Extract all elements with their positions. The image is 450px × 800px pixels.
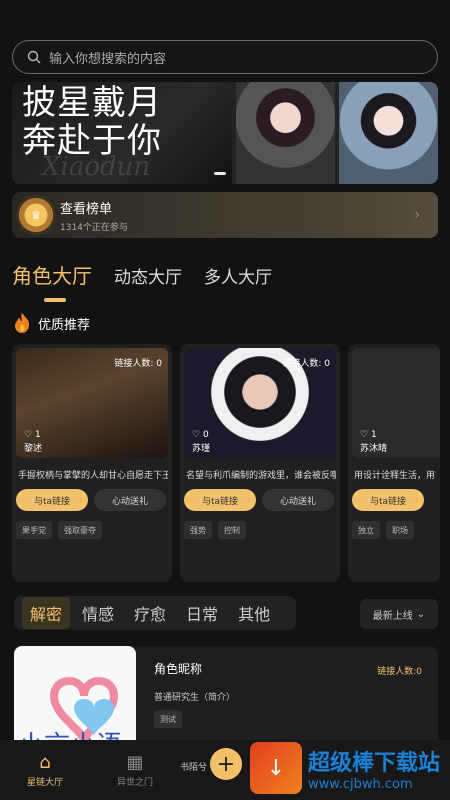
banner-slide-text: 披星戴月 奔赴于你 Xiaodun xyxy=(12,82,232,184)
nav-world-label: 异世之门 xyxy=(116,778,153,788)
like-count-value: 1 xyxy=(34,430,41,440)
banner-photo xyxy=(236,82,335,184)
sort-dropdown[interactable]: 最新上线 ⌄ xyxy=(360,599,438,629)
section-header: 优质推荐 xyxy=(12,312,90,334)
nav-home[interactable]: ⌂ 星链大厅 xyxy=(0,752,90,788)
character-name: 黎述 xyxy=(24,444,43,454)
gift-button[interactable]: 心动送礼 xyxy=(94,489,166,511)
filter-daily[interactable]: 日常 xyxy=(178,597,226,629)
filter-healing[interactable]: 疗愈 xyxy=(126,597,174,629)
nav-side-text: 书陌兮 xyxy=(180,763,208,773)
like-count: ♡ 1 xyxy=(24,430,41,440)
watermark-url: www.cjbwh.com xyxy=(308,776,413,792)
carousel-indicator xyxy=(214,172,226,175)
gate-icon: ▦ xyxy=(126,752,144,773)
character-name: 角色昵称 xyxy=(154,662,203,676)
ranking-title: 查看榜单 xyxy=(60,201,113,217)
character-desc: 手握权柄与掌擘的人却甘心自愿走下王 xyxy=(18,471,168,481)
banner-title-line1: 披星戴月 xyxy=(22,83,162,123)
recommend-cards: 链接人数: 0 ♡ 1 黎述 手握权柄与掌擘的人却甘心自愿走下王 与ta链接 心… xyxy=(12,344,440,582)
character-desc: 用设计诠释生活，用实 xyxy=(354,471,436,481)
section-title: 优质推荐 xyxy=(38,317,91,333)
site-watermark: ↓ 超级棒下载站 www.cjbwh.com xyxy=(250,736,450,800)
tab-role-hall[interactable]: 角色大厅 xyxy=(12,260,92,289)
home-icon: ⌂ xyxy=(39,752,51,773)
filter-other[interactable]: 其他 xyxy=(230,597,278,629)
like-count-value: 1 xyxy=(370,430,377,440)
link-count: 链接人数: 0 xyxy=(114,359,162,369)
link-count: 链接人数: 0 xyxy=(282,359,330,369)
nav-home-label: 星链大厅 xyxy=(26,778,63,788)
category-filter: 解密 情感 疗愈 日常 其他 xyxy=(14,596,296,630)
fire-icon xyxy=(15,313,30,333)
heart-icon: ♡ xyxy=(24,430,35,440)
hall-tabs: 角色大厅 动态大厅 多人大厅 xyxy=(12,260,272,289)
banner-carousel[interactable]: 披星戴月 奔赴于你 Xiaodun xyxy=(12,82,438,184)
like-count-value: 0 xyxy=(202,430,209,440)
character-photo: 链接人数: 0 ♡ 0 苏瑾 xyxy=(184,348,336,458)
watermark-logo-icon: ↓ xyxy=(250,742,302,794)
status-bar xyxy=(0,0,450,30)
character-tag: 果手党 xyxy=(16,521,52,539)
nav-world-gate[interactable]: ▦ 异世之门 xyxy=(90,752,180,788)
tab-dynamic-hall[interactable]: 动态大厅 xyxy=(114,263,182,288)
watermark-title: 超级棒下载站 xyxy=(308,750,441,776)
like-count: ♡ 0 xyxy=(192,430,209,440)
like-count: ♡ 1 xyxy=(360,430,377,440)
filter-emotion[interactable]: 情感 xyxy=(74,597,122,629)
character-card[interactable]: 链接人数: 0 ♡ 0 苏瑾 名望与利爪编制的游戏里，谁会被反噬 与ta链接 心… xyxy=(180,344,340,582)
crown-badge-icon: ♛ xyxy=(16,195,56,235)
link-count: 链接人数:0 xyxy=(377,667,422,677)
search-icon xyxy=(27,50,41,64)
plus-icon: + xyxy=(216,751,236,777)
character-tag: 测试 xyxy=(154,710,182,728)
link-button[interactable]: 与ta链接 xyxy=(16,489,88,511)
ranking-entry[interactable]: ♛ 查看榜单 1314个正在参与 › xyxy=(12,192,438,238)
search-input[interactable]: 输入你想搜索的内容 xyxy=(12,40,438,74)
character-card[interactable]: 链接人数: 0 ♡ 1 黎述 手握权柄与掌擘的人却甘心自愿走下王 与ta链接 心… xyxy=(12,344,172,582)
tab-multi-hall[interactable]: 多人大厅 xyxy=(204,263,272,288)
sort-label: 最新上线 xyxy=(372,610,413,622)
character-name: 苏沐晴 xyxy=(360,444,388,454)
gift-button[interactable]: 心动送礼 xyxy=(262,489,334,511)
character-tag: 强取豪夺 xyxy=(58,521,102,539)
banner-deco-text: Xiaodun xyxy=(42,152,151,182)
character-tag: 独立 xyxy=(352,521,380,539)
search-placeholder: 输入你想搜索的内容 xyxy=(49,51,167,67)
character-name: 苏瑾 xyxy=(192,444,211,454)
character-photo: 链接人数: 0 ♡ 1 黎述 xyxy=(16,348,168,458)
active-tab-indicator xyxy=(44,298,66,302)
character-tag: 强势 xyxy=(184,521,212,539)
add-button[interactable]: + xyxy=(210,748,242,780)
character-photo: ♡ 1 苏沐晴 xyxy=(352,348,440,458)
link-button[interactable]: 与ta链接 xyxy=(184,489,256,511)
chevron-right-icon: › xyxy=(414,207,420,223)
banner-photo xyxy=(339,82,438,184)
character-desc: 名望与利爪编制的游戏里，谁会被反噬 xyxy=(186,471,336,481)
ranking-subtitle: 1314个正在参与 xyxy=(60,222,128,233)
character-tag: 职场 xyxy=(386,521,414,539)
character-intro: 普通研究生（简介） xyxy=(154,693,236,703)
chevron-down-icon: ⌄ xyxy=(416,608,426,620)
link-button[interactable]: 与ta链接 xyxy=(352,489,424,511)
heart-icon: ♡ xyxy=(360,430,371,440)
filter-mystery[interactable]: 解密 xyxy=(22,597,71,629)
heart-icon: ♡ xyxy=(192,430,203,440)
character-card[interactable]: ♡ 1 苏沐晴 用设计诠释生活，用实 与ta链接 独立 职场 xyxy=(348,344,440,582)
character-tag: 控制 xyxy=(218,521,246,539)
